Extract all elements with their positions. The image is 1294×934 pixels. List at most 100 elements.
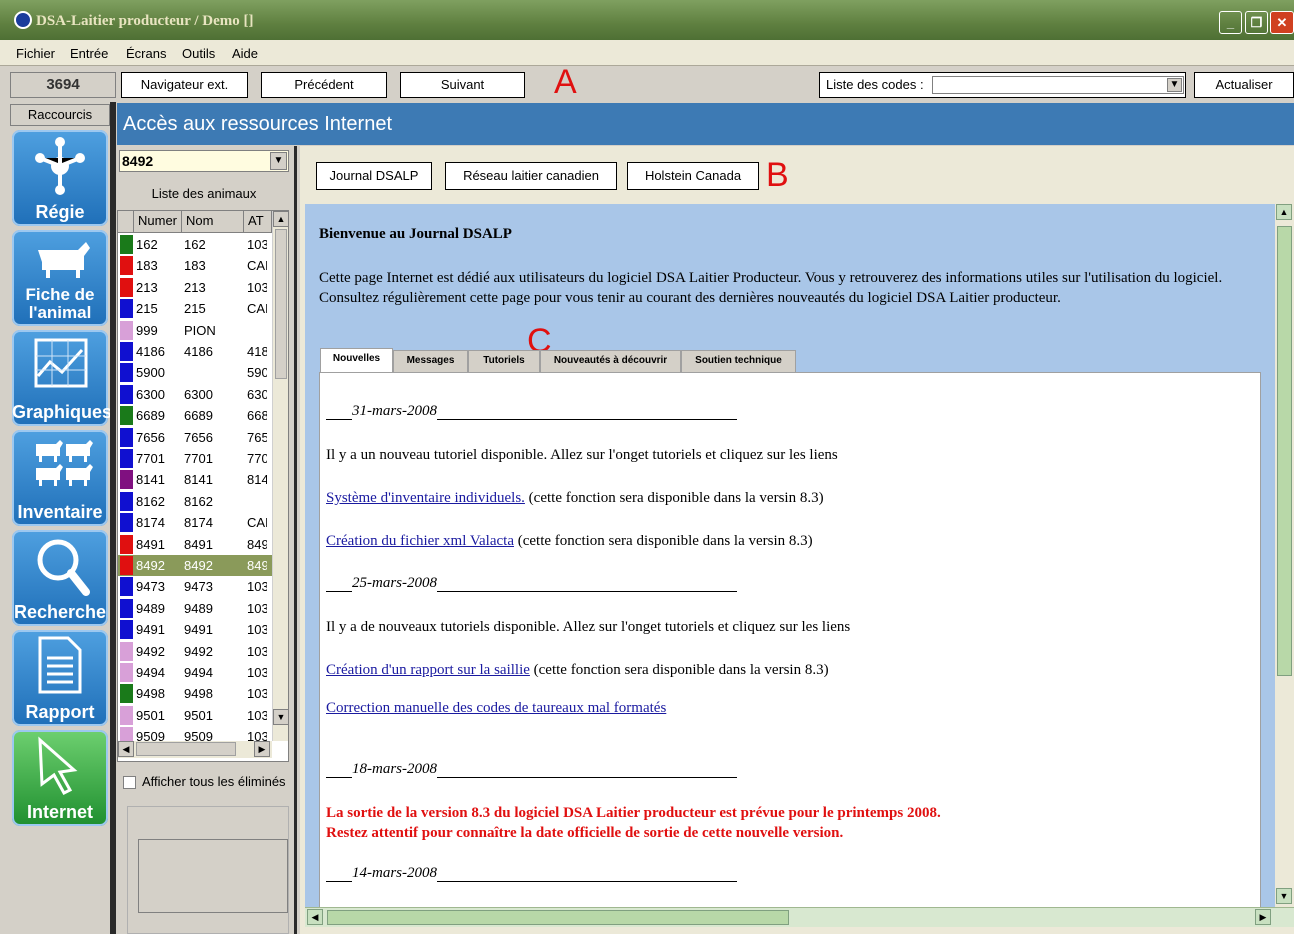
table-row[interactable]: 213 213 103 bbox=[118, 277, 272, 298]
news-item: Correction manuelle des codes de taureau… bbox=[326, 700, 666, 717]
codes-select[interactable]: ▼ bbox=[932, 76, 1184, 94]
scroll-right-icon[interactable]: ▶ bbox=[254, 741, 270, 757]
previous-button[interactable]: Précédent bbox=[261, 72, 387, 98]
horizontal-scrollbar[interactable]: ◀ ▶ bbox=[118, 741, 272, 758]
herd-select[interactable]: 8492 ▼ bbox=[119, 150, 289, 172]
table-row[interactable]: 8492 8492 849 bbox=[118, 555, 272, 577]
cell-numero: 999 bbox=[136, 322, 158, 338]
minimize-button[interactable]: _ bbox=[1219, 11, 1242, 34]
shortcut-inventaire[interactable]: Inventaire bbox=[12, 430, 108, 526]
tab-messages[interactable]: Messages bbox=[393, 350, 468, 372]
release-notice: Restez attentif pour connaître la date o… bbox=[326, 825, 844, 841]
shortcut-graphiques[interactable]: Graphiques bbox=[12, 330, 112, 426]
column-header-at[interactable]: AT bbox=[244, 211, 272, 233]
table-row[interactable]: 9501 9501 103 bbox=[118, 705, 272, 726]
menu-ecrans[interactable]: Écrans bbox=[126, 46, 166, 61]
record-counter: 3694 bbox=[10, 72, 116, 98]
table-row[interactable]: 4186 4186 418 bbox=[118, 341, 272, 362]
news-link[interactable]: Création d'un rapport sur la saillie bbox=[326, 662, 530, 678]
link-journal-dsalp[interactable]: Journal DSALP bbox=[316, 162, 432, 190]
table-row[interactable]: 8141 8141 814 bbox=[118, 469, 272, 490]
vertical-scrollbar[interactable]: ▲ ▼ bbox=[272, 211, 288, 741]
tab-soutien-technique[interactable]: Soutien technique bbox=[681, 350, 796, 372]
table-row[interactable]: 8491 8491 849 bbox=[118, 534, 272, 555]
status-swatch bbox=[120, 320, 133, 340]
menu-entree[interactable]: Entrée bbox=[70, 46, 108, 61]
status-swatch bbox=[120, 577, 133, 597]
table-row[interactable]: 8174 8174 CAI bbox=[118, 512, 272, 533]
annotation-b: B bbox=[766, 156, 789, 194]
shortcut-recherche[interactable]: Recherche bbox=[12, 530, 108, 626]
news-link[interactable]: Système d'inventaire individuels. bbox=[326, 490, 525, 506]
table-row[interactable]: 9498 9498 103 bbox=[118, 683, 272, 704]
table-row[interactable]: 6689 6689 668 bbox=[118, 405, 272, 426]
next-button[interactable]: Suivant bbox=[400, 72, 525, 98]
cell-nom: 213 bbox=[184, 279, 206, 295]
column-header-nom[interactable]: Nom bbox=[182, 211, 244, 233]
table-row[interactable]: 9492 9492 103 bbox=[118, 641, 272, 662]
news-link[interactable]: Correction manuelle des codes de taureau… bbox=[326, 700, 666, 716]
hscroll-thumb[interactable] bbox=[327, 910, 789, 925]
table-row[interactable]: 9491 9491 103 bbox=[118, 619, 272, 640]
status-swatch bbox=[120, 256, 133, 276]
link-reseau-laitier[interactable]: Réseau laitier canadien bbox=[445, 162, 617, 190]
table-row[interactable]: 9489 9489 103 bbox=[118, 598, 272, 619]
tab-nouvelles[interactable]: Nouvelles bbox=[320, 348, 393, 372]
restore-button[interactable]: ❐ bbox=[1245, 11, 1268, 34]
table-row[interactable]: 9494 9494 103 bbox=[118, 662, 272, 683]
table-row[interactable]: 162 162 103 bbox=[118, 234, 272, 255]
table-row[interactable]: 7656 7656 765 bbox=[118, 427, 272, 448]
cell-nom: 9491 bbox=[184, 622, 213, 638]
scroll-right-icon[interactable]: ▶ bbox=[1255, 909, 1271, 925]
tab-tutoriels[interactable]: Tutoriels bbox=[468, 350, 540, 372]
web-vertical-scrollbar[interactable]: ▲ ▼ bbox=[1275, 204, 1294, 907]
scroll-down-icon[interactable]: ▼ bbox=[273, 709, 288, 725]
shortcut-regie[interactable]: Régie bbox=[12, 130, 108, 226]
scroll-thumb[interactable] bbox=[275, 229, 287, 379]
table-row[interactable]: 8162 8162 bbox=[118, 491, 272, 512]
cursor-icon bbox=[38, 736, 78, 795]
shortcut-internet[interactable]: Internet bbox=[12, 730, 108, 826]
web-horizontal-scrollbar[interactable]: ◀ ▶ bbox=[305, 907, 1294, 927]
table-row[interactable]: 215 215 CAI bbox=[118, 298, 272, 319]
cell-at: 630 bbox=[247, 386, 267, 402]
scroll-up-icon[interactable]: ▲ bbox=[1276, 204, 1292, 220]
hscroll-thumb[interactable] bbox=[136, 742, 236, 756]
cell-nom: 9494 bbox=[184, 665, 213, 680]
status-swatch bbox=[120, 363, 133, 383]
table-row[interactable]: 9473 9473 103 bbox=[118, 576, 272, 597]
cell-at: 590 bbox=[247, 365, 267, 381]
scroll-thumb[interactable] bbox=[1277, 226, 1292, 676]
column-header-numero[interactable]: Numer bbox=[134, 211, 182, 233]
shortcut-rapport[interactable]: Rapport bbox=[12, 630, 108, 726]
menu-outils[interactable]: Outils bbox=[182, 46, 215, 61]
link-holstein-canada[interactable]: Holstein Canada bbox=[627, 162, 759, 190]
table-row[interactable]: 5900 590 bbox=[118, 362, 272, 383]
close-button[interactable]: ✕ bbox=[1270, 11, 1294, 34]
external-browser-button[interactable]: Navigateur ext. bbox=[121, 72, 248, 98]
scroll-up-icon[interactable]: ▲ bbox=[273, 211, 288, 227]
scroll-left-icon[interactable]: ◀ bbox=[307, 909, 323, 925]
show-eliminated-checkbox[interactable] bbox=[123, 776, 136, 790]
table-row[interactable]: 7701 7701 770 bbox=[118, 448, 272, 469]
chevron-down-icon[interactable]: ▼ bbox=[1167, 78, 1182, 92]
cell-at: 103 bbox=[247, 600, 267, 616]
scroll-left-icon[interactable]: ◀ bbox=[118, 741, 134, 757]
table-row[interactable]: 999 PION bbox=[118, 320, 272, 341]
show-eliminated-option[interactable]: Afficher tous les éliminés bbox=[123, 774, 286, 790]
tab-nouveautes[interactable]: Nouveautés à découvrir bbox=[540, 350, 681, 372]
table-row[interactable]: 6300 6300 630 bbox=[118, 384, 272, 405]
scroll-down-icon[interactable]: ▼ bbox=[1276, 888, 1292, 904]
magnifier-icon bbox=[37, 539, 90, 596]
herd-icon bbox=[36, 440, 93, 486]
grid-corner bbox=[118, 211, 134, 233]
news-link[interactable]: Création du fichier xml Valacta bbox=[326, 533, 514, 549]
cell-at: CAI bbox=[247, 515, 267, 531]
menu-aide[interactable]: Aide bbox=[232, 46, 258, 61]
chevron-down-icon[interactable]: ▼ bbox=[270, 152, 287, 170]
shortcut-fiche-animal[interactable]: Fiche de l'animal bbox=[12, 230, 108, 326]
menu-fichier[interactable]: Fichier bbox=[16, 46, 55, 61]
news-item: Création d'un rapport sur la saillie (ce… bbox=[326, 662, 829, 678]
table-row[interactable]: 183 183 CAI bbox=[118, 255, 272, 276]
refresh-button[interactable]: Actualiser bbox=[1194, 72, 1294, 98]
